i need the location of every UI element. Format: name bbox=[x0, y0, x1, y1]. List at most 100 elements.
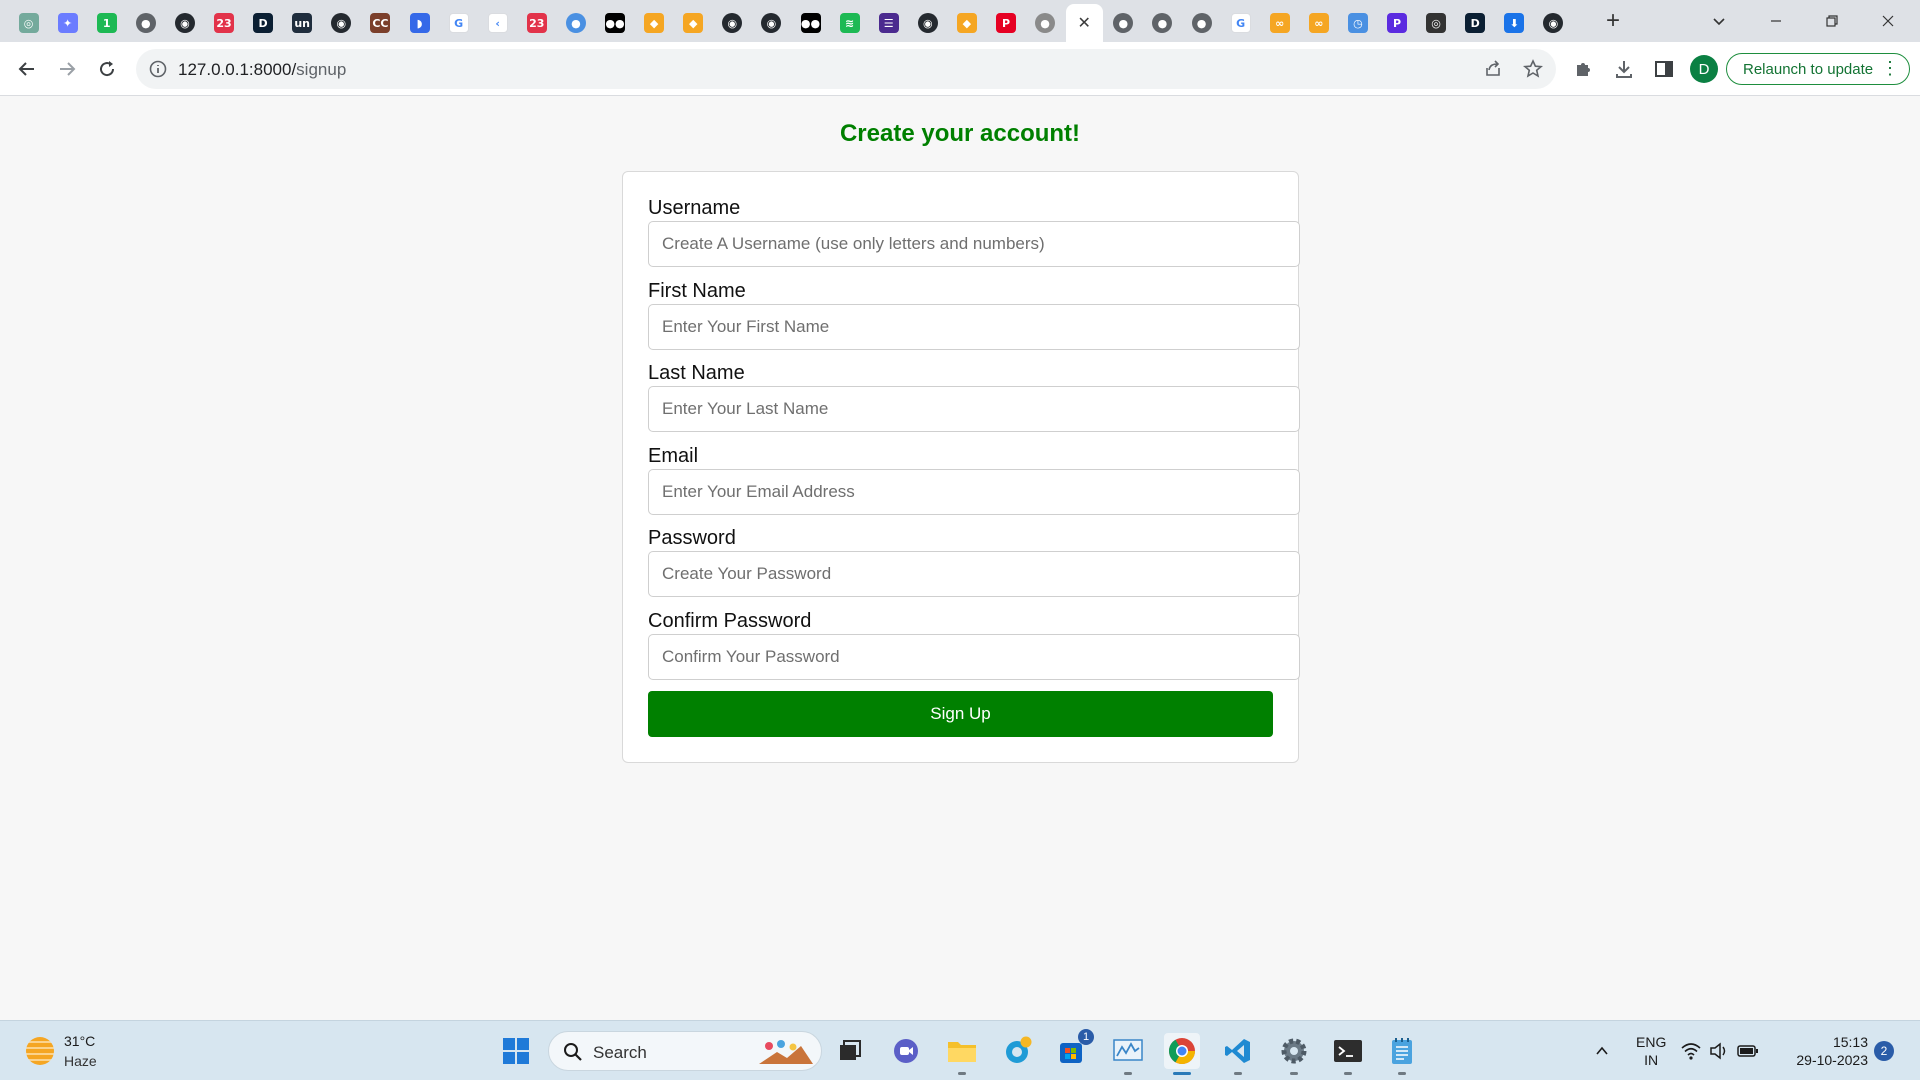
downloads-button[interactable] bbox=[1609, 54, 1639, 84]
profile-avatar[interactable]: D bbox=[1690, 55, 1718, 83]
browser-tab[interactable]: ◉ bbox=[909, 4, 946, 42]
confirm-password-input[interactable] bbox=[648, 634, 1300, 680]
quick-settings-button[interactable] bbox=[1680, 1033, 1760, 1069]
browser-tab[interactable]: ◷ bbox=[1339, 4, 1376, 42]
browser-tab[interactable]: ☰ bbox=[870, 4, 907, 42]
d-icon: D bbox=[1465, 13, 1486, 33]
browser-tab[interactable]: ● bbox=[1027, 4, 1064, 42]
terminal-button[interactable] bbox=[1330, 1033, 1366, 1075]
notepad-button[interactable] bbox=[1384, 1033, 1420, 1075]
new-tab-button[interactable]: + bbox=[1598, 6, 1628, 36]
weather-haze-icon[interactable] bbox=[26, 1037, 54, 1065]
address-bar[interactable]: 127.0.0.1:8000/signup bbox=[136, 49, 1556, 89]
folder-icon bbox=[948, 1042, 976, 1062]
browser-tab[interactable]: ● bbox=[557, 4, 594, 42]
browser-tab[interactable]: D bbox=[1457, 4, 1494, 42]
settings-button[interactable] bbox=[1276, 1033, 1312, 1075]
side-panel-button[interactable] bbox=[1649, 54, 1679, 84]
browser-tab[interactable]: ◎ bbox=[1418, 4, 1455, 42]
browser-tab[interactable]: ●● bbox=[597, 4, 634, 42]
browser-tab[interactable]: ◉ bbox=[753, 4, 790, 42]
username-input[interactable] bbox=[648, 221, 1300, 267]
first-name-input[interactable] bbox=[648, 304, 1300, 350]
performance-monitor-button[interactable] bbox=[1110, 1033, 1146, 1075]
running-indicator bbox=[958, 1072, 966, 1075]
page-title: Create your account! bbox=[839, 120, 1081, 147]
clock[interactable]: 15:13 29-10-2023 bbox=[1780, 1033, 1868, 1069]
browser-tab[interactable]: ◎ bbox=[10, 4, 47, 42]
sign-up-button[interactable]: Sign Up bbox=[648, 691, 1273, 737]
running-indicator bbox=[1398, 1072, 1406, 1075]
chevron-down-icon bbox=[1713, 18, 1725, 26]
browser-tab[interactable]: ‹ bbox=[479, 4, 516, 42]
tab-search-button[interactable] bbox=[1704, 6, 1734, 36]
browser-tab[interactable]: ≋ bbox=[831, 4, 868, 42]
password-input[interactable] bbox=[648, 551, 1300, 597]
last-name-input[interactable] bbox=[648, 386, 1300, 432]
back-button[interactable] bbox=[10, 52, 44, 86]
weather-temperature[interactable]: 31°C bbox=[64, 1033, 95, 1049]
browser-tab[interactable]: P bbox=[988, 4, 1025, 42]
edge-icon bbox=[1006, 1036, 1032, 1063]
search-icon bbox=[564, 1043, 582, 1061]
browser-tab[interactable]: ●● bbox=[792, 4, 829, 42]
browser-tab[interactable]: 23 bbox=[518, 4, 555, 42]
browser-tab[interactable]: ✦ bbox=[49, 4, 86, 42]
browser-tab[interactable]: ● bbox=[1144, 4, 1181, 42]
browser-tab[interactable]: P bbox=[1379, 4, 1416, 42]
forward-button[interactable] bbox=[50, 52, 84, 86]
reload-button[interactable] bbox=[90, 52, 124, 86]
history-icon: ◷ bbox=[1347, 13, 1368, 33]
start-button[interactable] bbox=[498, 1033, 534, 1069]
minimize-button[interactable] bbox=[1748, 0, 1804, 42]
edge-button[interactable] bbox=[1000, 1033, 1036, 1069]
terminal-icon bbox=[1334, 1040, 1362, 1062]
relaunch-button[interactable]: Relaunch to update ⋮ bbox=[1726, 53, 1910, 85]
browser-tab[interactable]: 1 bbox=[88, 4, 125, 42]
browser-tab[interactable]: ● bbox=[127, 4, 164, 42]
notification-badge[interactable]: 2 bbox=[1874, 1041, 1894, 1061]
share-icon[interactable] bbox=[1483, 59, 1503, 79]
browser-tab[interactable]: ● bbox=[1105, 4, 1142, 42]
browser-tab[interactable]: G bbox=[1222, 4, 1259, 42]
browser-tab[interactable]: ◆ bbox=[636, 4, 673, 42]
browser-tab[interactable]: D bbox=[245, 4, 282, 42]
browser-tab[interactable]: 23 bbox=[206, 4, 243, 42]
close-tab-icon[interactable]: ✕ bbox=[1077, 13, 1090, 33]
browser-tab[interactable]: G bbox=[440, 4, 477, 42]
show-hidden-icons-button[interactable] bbox=[1584, 1033, 1620, 1069]
browser-tab[interactable]: ● bbox=[1183, 4, 1220, 42]
browser-tab[interactable]: CC bbox=[362, 4, 399, 42]
teams-chat-button[interactable] bbox=[888, 1033, 924, 1069]
file-explorer-button[interactable] bbox=[944, 1033, 980, 1075]
calendar-icon: 23 bbox=[214, 13, 234, 33]
browser-tab[interactable]: ⬇ bbox=[1496, 4, 1533, 42]
input-language[interactable]: ENG IN bbox=[1636, 1033, 1666, 1069]
taskbar-search[interactable]: Search bbox=[548, 1031, 822, 1071]
weather-description[interactable]: Haze bbox=[64, 1053, 97, 1069]
task-view-button[interactable] bbox=[832, 1033, 868, 1069]
browser-tab[interactable]: ∞ bbox=[1300, 4, 1337, 42]
search-highlight-balloons-icon bbox=[759, 1040, 813, 1064]
browser-tab[interactable]: ◉ bbox=[1535, 4, 1572, 42]
microsoft-store-button[interactable]: 1 bbox=[1054, 1029, 1094, 1069]
browser-tab[interactable]: ◆ bbox=[948, 4, 985, 42]
chrome-button[interactable] bbox=[1164, 1033, 1200, 1075]
more-menu-icon[interactable]: ⋮ bbox=[1881, 59, 1899, 77]
browser-tab[interactable]: ◉ bbox=[714, 4, 751, 42]
extensions-button[interactable] bbox=[1569, 54, 1599, 84]
restore-button[interactable] bbox=[1804, 0, 1860, 42]
url-text: 127.0.0.1:8000/signup bbox=[178, 60, 346, 80]
vscode-button[interactable] bbox=[1220, 1033, 1256, 1075]
close-window-button[interactable] bbox=[1860, 0, 1916, 42]
browser-tab[interactable]: ◉ bbox=[323, 4, 360, 42]
github-icon: ◉ bbox=[331, 13, 352, 33]
email-input[interactable] bbox=[648, 469, 1300, 515]
browser-tab[interactable]: ◆ bbox=[675, 4, 712, 42]
browser-tab[interactable]: ∞ bbox=[1261, 4, 1298, 42]
browser-tab[interactable]: ◉ bbox=[166, 4, 203, 42]
tab-active[interactable]: ✕ bbox=[1065, 4, 1103, 42]
browser-tab[interactable]: ◗ bbox=[401, 4, 438, 42]
browser-tab[interactable]: un bbox=[284, 4, 321, 42]
bookmark-star-icon[interactable] bbox=[1523, 59, 1543, 79]
